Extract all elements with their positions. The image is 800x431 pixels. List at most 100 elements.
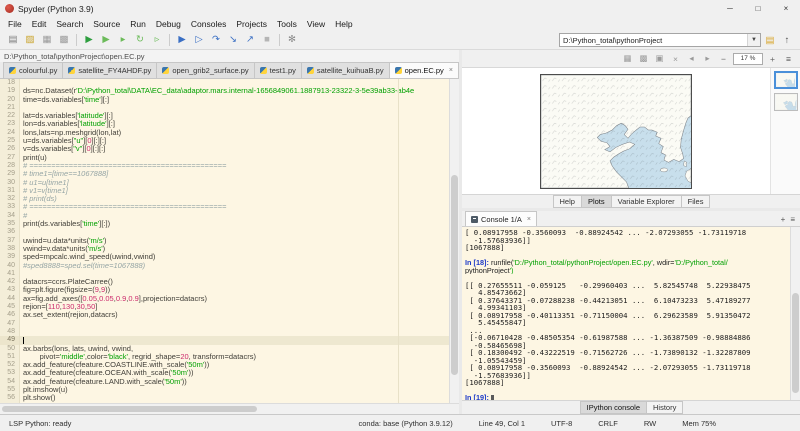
code-line[interactable]: 46ax.set_extent(rejion,datacrs) [0,311,449,319]
code-line[interactable]: 53ax.add_feature(cfeature.OCEAN.with_sca… [0,369,449,377]
menu-consoles[interactable]: Consoles [186,19,231,29]
code-line[interactable]: 26v=ds.variables["v"][0][:][:] [0,145,449,153]
step-over-icon[interactable]: ↷ [208,33,224,48]
code-line[interactable]: 56plt.show() [0,394,449,402]
editor-tab[interactable]: colourful.py [3,62,63,78]
code-line[interactable]: 20time=ds.variables['time'][:] [0,96,449,104]
code-line[interactable]: 33# ====================================… [0,203,449,211]
console-options-icon[interactable]: ≡ [790,215,795,224]
run-cell-icon[interactable]: ▶ [98,33,114,48]
code-line[interactable]: 47 [0,320,449,328]
parent-directory-icon[interactable]: ↑ [779,33,795,48]
debug-file-icon[interactable]: ▶ [174,33,190,48]
combo-dropdown-icon[interactable]: ▼ [747,34,760,46]
stop-debug-icon[interactable]: ■ [259,33,275,48]
code-line[interactable]: 23lon=ds.variables['latitude'][:] [0,120,449,128]
code-line[interactable]: 51 pivot='middle',color='black', regrid_… [0,353,449,361]
close-button[interactable]: × [772,0,800,17]
pane-tab-variable-explorer[interactable]: Variable Explorer [611,195,682,208]
step-out-icon[interactable]: ↗ [242,33,258,48]
code-line[interactable]: 35print(ds.variables['time'][:]) [0,220,449,228]
code-line[interactable]: 41 [0,270,449,278]
editor-hscroll-thumb[interactable] [2,406,257,412]
code-line[interactable]: 49 [0,336,449,344]
new-file-icon[interactable]: ▤ [5,33,21,48]
plot-thumbnail-1[interactable] [774,71,798,89]
editor-vertical-scrollbar[interactable] [449,79,459,403]
code-editor[interactable]: 1819ds=nc.Dataset(r'D:\Python_total\DATA… [0,79,459,403]
plots-options-icon[interactable]: ≡ [782,52,795,65]
menu-projects[interactable]: Projects [231,19,272,29]
code-line[interactable]: 29# time1=[time==1067888] [0,170,449,178]
code-line[interactable]: 22lat=ds.variables['latitude'][:] [0,112,449,120]
menu-search[interactable]: Search [51,19,88,29]
code-line[interactable]: 18 [0,79,449,87]
console-tab-ipython-console[interactable]: IPython console [580,401,647,414]
code-line[interactable]: 27print(u) [0,154,449,162]
debug-cell-icon[interactable]: ▷ [191,33,207,48]
code-line[interactable]: 28# ====================================… [0,162,449,170]
code-line[interactable]: 34# [0,212,449,220]
menu-edit[interactable]: Edit [27,19,52,29]
step-into-icon[interactable]: ↘ [225,33,241,48]
close-tab-icon[interactable]: × [449,67,453,74]
code-line[interactable]: 25u=ds.variables["u"][0][:][:] [0,137,449,145]
browse-working-directory-icon[interactable]: ▤ [762,33,778,48]
code-line[interactable]: 50ax.barbs(lons, lats, uwind, vwind, [0,345,449,353]
code-line[interactable]: 48 [0,328,449,336]
code-line[interactable]: 52ax.add_feature(cfeature.COASTLINE.with… [0,361,449,369]
menu-file[interactable]: File [3,19,27,29]
zoom-in-icon[interactable]: + [766,52,779,65]
code-line[interactable]: 44ax=fig.add_axes([0.05,0.05,0.9,0.9],pr… [0,295,449,303]
preferences-icon[interactable]: ✻ [284,33,300,48]
next-plot-icon[interactable]: ▸ [701,52,714,65]
code-line[interactable]: 42datacrs=ccrs.PlateCarree() [0,278,449,286]
code-line[interactable]: 43fig=plt.figure(figsize=(9,9)) [0,286,449,294]
editor-tab[interactable]: open.EC.py× [389,62,459,78]
console-vscroll-thumb[interactable] [792,293,799,393]
save-file-icon[interactable]: ▦ [39,33,55,48]
code-line[interactable]: 45rejion=[110,130,30,50] [0,303,449,311]
save-all-plots-icon[interactable]: ▩ [637,52,650,65]
code-line[interactable]: 24lons,lats=np.meshgrid(lon,lat) [0,129,449,137]
code-line[interactable]: 32# print(ds) [0,195,449,203]
maximize-button[interactable]: □ [744,0,772,17]
code-line[interactable]: 38vwind=v.data*units('m/s') [0,245,449,253]
editor-tab[interactable]: test1.py [254,62,302,78]
menu-source[interactable]: Source [88,19,125,29]
pane-tab-help[interactable]: Help [553,195,582,208]
code-line[interactable]: 40#sped8888=sped.sel(time=1067888) [0,262,449,270]
open-file-icon[interactable]: ▨ [22,33,38,48]
editor-tab[interactable]: satellite_kuihuaB.py [301,62,390,78]
console-tab-history[interactable]: History [646,401,683,414]
code-line[interactable]: 19ds=nc.Dataset(r'D:\Python_total\DATA\E… [0,87,449,95]
console-body[interactable]: [ 0.08917958 -0.3560093 -0.88924542 ... … [462,227,800,400]
code-line[interactable]: 54ax.add_feature(cfeature.LAND.with_scal… [0,378,449,386]
menu-debug[interactable]: Debug [151,19,186,29]
plot-thumbnail-2[interactable] [774,93,798,111]
save-plot-icon[interactable]: ▦ [621,52,634,65]
run-cell-advance-icon[interactable]: ▸ [115,33,131,48]
console-tab[interactable]: Console 1/A × [465,211,537,226]
console-vertical-scrollbar[interactable] [790,227,800,400]
previous-plot-icon[interactable]: ◂ [685,52,698,65]
code-line[interactable]: 21 [0,104,449,112]
menu-view[interactable]: View [302,19,330,29]
working-directory-combo[interactable]: D:\Python_total\pythonProject ▼ [559,33,761,47]
minimize-button[interactable]: ─ [716,0,744,17]
editor-tab[interactable]: open_grib2_surface.py [156,62,254,78]
copy-plot-icon[interactable]: ▣ [653,52,666,65]
new-console-icon[interactable]: + [781,215,786,224]
pane-tab-plots[interactable]: Plots [581,195,612,208]
save-all-icon[interactable]: ▩ [56,33,72,48]
pane-tab-files[interactable]: Files [681,195,711,208]
run-selection-icon[interactable]: ▹ [149,33,165,48]
editor-horizontal-scrollbar[interactable] [0,403,459,414]
editor-tab[interactable]: satellite_FY4AHDF.py [62,62,157,78]
menu-run[interactable]: Run [125,19,151,29]
remove-plot-icon[interactable]: × [669,52,682,65]
code-line[interactable]: 31# v1=v[time1] [0,187,449,195]
zoom-out-icon[interactable]: − [717,52,730,65]
code-line[interactable]: 37uwind=u.data*units('m/s') [0,237,449,245]
code-line[interactable]: 39sped=mpcalc.wind_speed(uwind,vwind) [0,253,449,261]
